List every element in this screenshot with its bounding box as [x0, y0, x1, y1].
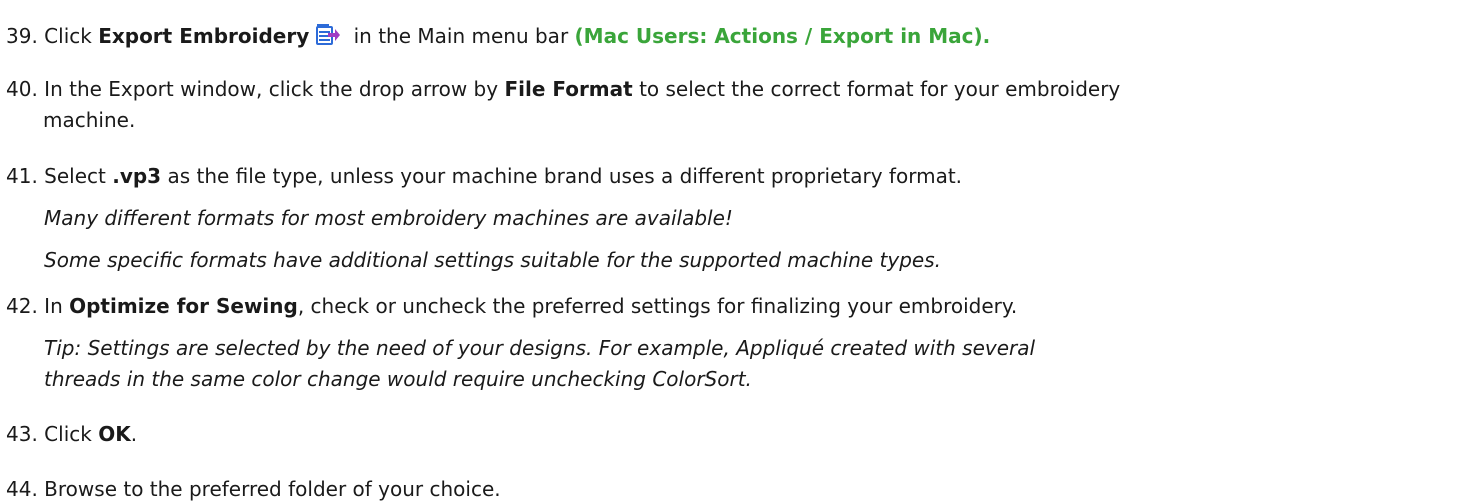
step-39: 39. Click Export Embroidery in the Main … [6, 21, 991, 48]
step-text: Click [37, 422, 99, 446]
step-40: 40. In the Export window, click the drop… [6, 76, 1120, 102]
step-number: 40. [6, 77, 38, 101]
step-number: 39. [6, 24, 38, 48]
mac-users-note: (Mac Users: Actions / Export in Mac). [574, 24, 991, 48]
tip-text: Tip: Settings are selected by the need o… [44, 336, 1036, 360]
step-text: Select [37, 164, 113, 188]
step-42-tip-2: threads in the same color change would r… [44, 366, 752, 392]
export-embroidery-icon [315, 21, 341, 47]
step-40-continuation: machine. [43, 107, 135, 133]
step-43: 43. Click OK. [6, 421, 137, 447]
step-text-after: , check or uncheck the preferred setting… [297, 294, 1018, 318]
step-text: Click [37, 24, 99, 48]
step-42: 42. In Optimize for Sewing, check or unc… [6, 293, 1017, 319]
bold-term-file-format: File Format [504, 77, 633, 101]
step-number: 42. [6, 294, 38, 318]
step-41: 41. Select .vp3 as the file type, unless… [6, 163, 962, 189]
step-42-tip-1: Tip: Settings are selected by the need o… [44, 335, 1035, 361]
step-text: In the Export window, click the drop arr… [37, 77, 505, 101]
step-number: 43. [6, 422, 38, 446]
step-44: 44. Browse to the preferred folder of yo… [6, 476, 501, 502]
step-text-continuation: machine. [43, 108, 136, 132]
bold-term-ok: OK [98, 422, 131, 446]
step-text: Browse to the preferred folder of your c… [37, 477, 501, 501]
bold-term-export-embroidery: Export Embroidery [98, 24, 310, 48]
step-text-after: in the Main menu bar [347, 24, 575, 48]
instruction-document: 39. Click Export Embroidery in the Main … [0, 0, 1460, 501]
step-text-after: as the file type, unless your machine br… [161, 164, 963, 188]
step-number: 44. [6, 477, 38, 501]
step-text-after: to select the correct format for your em… [632, 77, 1121, 101]
note-text: Some specific formats have additional se… [44, 248, 942, 272]
note-text: Many different formats for most embroide… [44, 206, 733, 230]
step-41-note-1: Many different formats for most embroide… [44, 205, 733, 231]
step-text: In [37, 294, 70, 318]
bold-term-optimize-for-sewing: Optimize for Sewing [69, 294, 298, 318]
step-text-after: . [130, 422, 138, 446]
bold-term-vp3: .vp3 [112, 164, 162, 188]
step-number: 41. [6, 164, 38, 188]
step-41-note-2: Some specific formats have additional se… [44, 247, 941, 273]
tip-text: threads in the same color change would r… [44, 367, 752, 391]
